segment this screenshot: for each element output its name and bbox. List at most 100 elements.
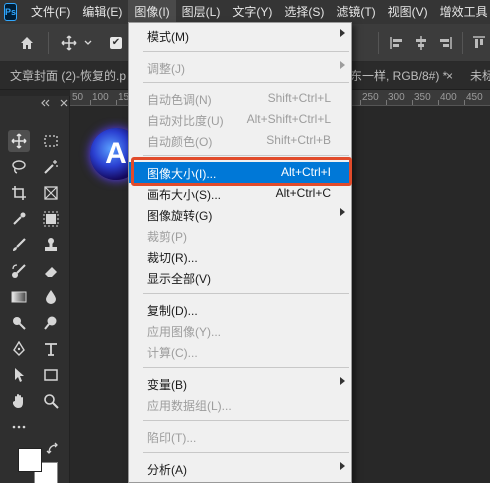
- menu-item-label: 裁切(R)...: [147, 251, 198, 265]
- frame-tool-icon[interactable]: [40, 182, 62, 204]
- menu-item-label: 应用数据组(L)...: [147, 399, 232, 413]
- ruler-tick: [464, 100, 465, 105]
- menu-separator: [143, 367, 349, 368]
- more-tools-icon[interactable]: [8, 416, 30, 438]
- eraser-tool-icon[interactable]: [40, 260, 62, 282]
- menu-item-crop[interactable]: 裁剪(P): [129, 225, 351, 246]
- menu-filter[interactable]: 滤镜(T): [330, 0, 381, 24]
- move-tool-icon[interactable]: [60, 34, 78, 52]
- magic-wand-tool-icon[interactable]: [40, 156, 62, 178]
- menu-item-auto-tone[interactable]: 自动色调(N) Shift+Ctrl+L: [129, 88, 351, 109]
- menu-item-label: 裁剪(P): [147, 230, 187, 244]
- menu-item-label: 变量(B): [147, 378, 187, 392]
- tab-document-2[interactable]: 东一样, RGB/8#) *: [350, 62, 447, 90]
- align-right-icon[interactable]: [436, 34, 454, 52]
- gradient-tool-icon[interactable]: [8, 286, 30, 308]
- menu-image[interactable]: 图像(I): [128, 0, 176, 24]
- menu-item-auto-color[interactable]: 自动颜色(O) Shift+Ctrl+B: [129, 130, 351, 151]
- path-selection-tool-icon[interactable]: [8, 364, 30, 386]
- submenu-arrow-icon: [340, 377, 345, 385]
- type-tool-icon[interactable]: [40, 338, 62, 360]
- menu-plugins[interactable]: 增效工具: [434, 0, 490, 24]
- tab-document-1[interactable]: 文章封面 (2)-恢复的.p: [10, 62, 126, 90]
- ruler-label: 400: [440, 92, 457, 103]
- menu-item-duplicate[interactable]: 复制(D)...: [129, 299, 351, 320]
- menu-item-label: 图像旋转(G): [147, 209, 213, 223]
- eyedropper-tool-icon[interactable]: [8, 208, 30, 230]
- ruler-label: 250: [362, 92, 379, 103]
- menu-item-label: 模式(M): [147, 30, 189, 44]
- menu-separator: [143, 82, 349, 83]
- menu-separator: [143, 155, 349, 156]
- menu-select[interactable]: 选择(S): [278, 0, 330, 24]
- pen-tool-icon[interactable]: [8, 338, 30, 360]
- object-selection-tool-icon[interactable]: [40, 208, 62, 230]
- menu-view[interactable]: 视图(V): [382, 0, 434, 24]
- move-tool-icon[interactable]: [8, 130, 30, 152]
- submenu-arrow-icon: [340, 29, 345, 37]
- menu-item-analysis[interactable]: 分析(A): [129, 458, 351, 479]
- menu-item-label: 自动对比度(U): [147, 114, 224, 128]
- submenu-arrow-icon: [340, 61, 345, 69]
- menu-type[interactable]: 文字(Y): [226, 0, 278, 24]
- menu-item-adjustments[interactable]: 调整(J): [129, 57, 351, 78]
- menu-edit[interactable]: 编辑(E): [76, 0, 128, 24]
- menu-item-label: 自动色调(N): [147, 93, 212, 107]
- ruler-label: 100: [92, 92, 109, 103]
- submenu-arrow-icon: [340, 208, 345, 216]
- tab-close-icon[interactable]: ×: [446, 62, 453, 90]
- sponge-tool-icon[interactable]: [40, 312, 62, 334]
- tab-document-3[interactable]: 未标: [470, 62, 490, 90]
- menu-item-apply-data-set[interactable]: 应用数据组(L)...: [129, 394, 351, 415]
- auto-select-checkbox[interactable]: ✔: [110, 37, 122, 49]
- rectangle-tool-icon[interactable]: [40, 364, 62, 386]
- separator: [462, 32, 463, 54]
- separator: [48, 32, 49, 54]
- menu-item-mode[interactable]: 模式(M): [129, 25, 351, 46]
- align-left-icon[interactable]: [388, 34, 406, 52]
- menu-item-label: 画布大小(S)...: [147, 188, 221, 202]
- lasso-tool-icon[interactable]: [8, 156, 30, 178]
- menu-item-shortcut: Alt+Shift+Ctrl+L: [246, 112, 331, 126]
- foreground-color-swatch[interactable]: [18, 448, 42, 472]
- menu-file[interactable]: 文件(F): [25, 0, 76, 24]
- menu-item-trim[interactable]: 裁切(R)...: [129, 246, 351, 267]
- menu-separator: [143, 420, 349, 421]
- chevron-down-icon[interactable]: [82, 34, 94, 52]
- menu-item-canvas-size[interactable]: 画布大小(S)... Alt+Ctrl+C: [129, 183, 351, 204]
- ruler-tick: [412, 100, 413, 105]
- blur-tool-icon[interactable]: [40, 286, 62, 308]
- hand-tool-icon[interactable]: [8, 390, 30, 412]
- menu-item-variables[interactable]: 变量(B): [129, 373, 351, 394]
- history-brush-tool-icon[interactable]: [8, 260, 30, 282]
- menu-item-auto-contrast[interactable]: 自动对比度(U) Alt+Shift+Ctrl+L: [129, 109, 351, 130]
- marquee-tool-icon[interactable]: [40, 130, 62, 152]
- menu-item-calculations[interactable]: 计算(C)...: [129, 341, 351, 362]
- stamp-tool-icon[interactable]: [40, 234, 62, 256]
- menu-item-shortcut: Alt+Ctrl+C: [275, 186, 331, 200]
- align-center-icon[interactable]: [412, 34, 430, 52]
- menu-item-reveal-all[interactable]: 显示全部(V): [129, 267, 351, 288]
- crop-tool-icon[interactable]: [8, 182, 30, 204]
- panel-header: [0, 96, 70, 110]
- swap-colors-icon[interactable]: [46, 442, 60, 456]
- ruler-tick: [438, 100, 439, 105]
- image-menu-dropdown: 模式(M) 调整(J) 自动色调(N) Shift+Ctrl+L 自动对比度(U…: [128, 22, 352, 483]
- dodge-tool-icon[interactable]: [8, 312, 30, 334]
- menu-item-image-rotation[interactable]: 图像旋转(G): [129, 204, 351, 225]
- menu-item-label: 陷印(T)...: [147, 431, 197, 445]
- menu-item-trap[interactable]: 陷印(T)...: [129, 426, 351, 447]
- home-icon[interactable]: [18, 34, 36, 52]
- collapse-icon[interactable]: [40, 99, 50, 107]
- menu-item-apply-image[interactable]: 应用图像(Y)...: [129, 320, 351, 341]
- align-top-icon[interactable]: [470, 34, 488, 52]
- brush-tool-icon[interactable]: [8, 234, 30, 256]
- menu-layer[interactable]: 图层(L): [176, 0, 227, 24]
- close-icon[interactable]: [60, 99, 68, 107]
- menu-item-label: 分析(A): [147, 463, 187, 477]
- menu-item-shortcut: Shift+Ctrl+L: [267, 91, 331, 105]
- zoom-tool-icon[interactable]: [40, 390, 62, 412]
- menu-item-label: 计算(C)...: [147, 346, 198, 360]
- submenu-arrow-icon: [340, 462, 345, 470]
- menu-separator: [143, 51, 349, 52]
